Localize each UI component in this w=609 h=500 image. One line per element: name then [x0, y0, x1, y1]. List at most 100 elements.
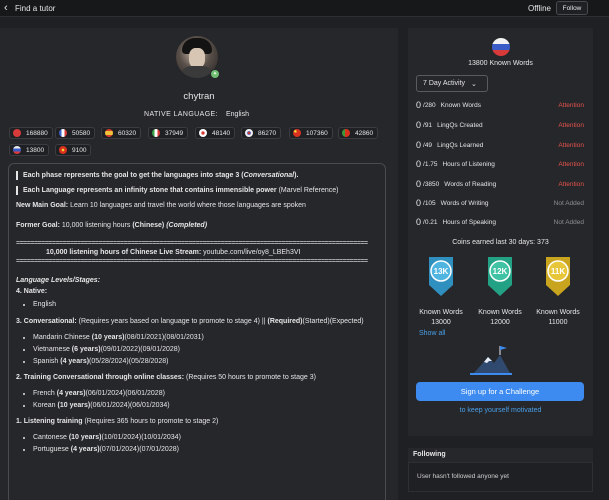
- bio-text: Each Language represents an infinity sto…: [23, 187, 277, 194]
- bio-paragraph: 2. Training Conversational through onlin…: [16, 373, 376, 382]
- chip-value: 42860: [355, 129, 374, 137]
- divider-rule: ========================================…: [16, 240, 368, 247]
- bio-quote: Each Language represents an infinity sto…: [16, 186, 376, 195]
- svg-text:13K: 13K: [434, 267, 449, 276]
- bio-text: Language Levels/Stages:: [16, 277, 101, 284]
- list-item: Spanish (4 years)(05/28/2024)(05/28/2028…: [33, 357, 376, 366]
- list-item: Cantonese (10 years)(10/01/2024)(10/01/2…: [33, 433, 376, 442]
- language-chip-russian[interactable]: 13800: [9, 144, 50, 156]
- bio-text: (Completed): [166, 222, 208, 229]
- badge-known-words: Known Words 11000: [536, 309, 580, 326]
- bio-text: 3. Conversational:: [16, 318, 77, 325]
- chip-value: 9100: [72, 146, 87, 154]
- chip-value: 86270: [258, 129, 277, 137]
- pt-flag-icon: [342, 129, 350, 137]
- bio-text: (Chinese): [132, 222, 165, 229]
- bio-text: (Required): [267, 318, 303, 325]
- chip-value: 107360: [306, 129, 328, 137]
- challenge-mountain-flag-icon: [470, 346, 512, 375]
- bio-paragraph: 3. Conversational: (Requires years based…: [16, 317, 376, 326]
- cn-flag-icon: [293, 129, 301, 137]
- status-badge: Attention: [558, 180, 584, 188]
- language-chip-vietnamese[interactable]: 9100: [55, 144, 92, 156]
- stream-link[interactable]: youtube.com/live/oy8_LBEh3VI: [201, 249, 300, 256]
- chip-value: 37949: [165, 129, 184, 137]
- back-arrow-icon[interactable]: ‹: [4, 3, 8, 14]
- badge-known-words: Known Words 12000: [478, 309, 522, 326]
- bio-text: 10,000 listening hours: [59, 222, 133, 229]
- bio-text: (Started)(Expected): [302, 318, 364, 325]
- bio-text: Conversational: [243, 172, 295, 179]
- badge-12k-icon: 12K: [488, 257, 512, 296]
- bio-paragraph: 1. Listening training (Requires 365 hour…: [16, 417, 376, 426]
- language-chip-korean[interactable]: 86270: [241, 127, 282, 139]
- native-list: English: [33, 300, 376, 309]
- vn-flag-icon: [59, 146, 67, 154]
- status-badge: Attention: [558, 121, 584, 129]
- motivated-link[interactable]: to keep yourself motivated: [408, 407, 593, 414]
- bio-text: Former Goal:: [16, 222, 60, 229]
- badge-11k-icon: 11K: [546, 257, 570, 296]
- username: chytran: [183, 91, 215, 102]
- chip-value: 60320: [118, 129, 137, 137]
- following-heading: Following: [408, 448, 593, 462]
- bio-paragraph: Former Goal: 10,000 listening hours (Chi…: [16, 221, 376, 230]
- svg-text:11K: 11K: [551, 267, 565, 276]
- bio-text: 4. Native:: [16, 288, 48, 295]
- bio-quote: Each phase represents the goal to get th…: [16, 171, 376, 180]
- online-status: Offline: [528, 4, 551, 13]
- bio-text: (Requires 50 hours to promote to stage 3…: [184, 374, 316, 381]
- training-list: French (4 years)(06/01/2024)(06/01/2028)…: [33, 389, 376, 410]
- conversational-list: Mandarin Chinese (10 years)(08/01/2021)(…: [33, 333, 376, 366]
- status-badge: Attention: [558, 160, 584, 168]
- status-badge: Attention: [558, 141, 584, 149]
- list-item: Mandarin Chinese (10 years)(08/01/2021)(…: [33, 333, 376, 342]
- language-chip-spanish[interactable]: 60320: [101, 127, 142, 139]
- status-badge: Attention: [558, 101, 584, 109]
- language-chip-french[interactable]: 50580: [55, 127, 96, 139]
- bio-paragraph: New Main Goal: Learn 10 languages and tr…: [16, 201, 376, 210]
- tutor-badge-icon: ✦: [210, 69, 220, 79]
- follow-button[interactable]: Follow: [556, 1, 588, 15]
- bio-paragraph: 4. Native:: [16, 287, 376, 296]
- language-chip-portuguese[interactable]: 42860: [338, 127, 379, 139]
- stat-row-lingqs-learned: 0/49 LingQs Learned Attention: [416, 140, 584, 150]
- bio-text: 10,000 listening hours of Chinese Live S…: [46, 249, 202, 256]
- stat-row-lingqs-created: 0/91 LingQs Created Attention: [416, 120, 584, 130]
- stat-row-known-words: 0/280 Known Words Attention: [416, 100, 584, 110]
- native-language-label: NATIVE LANGUAGE:: [144, 111, 218, 118]
- language-chip-italian[interactable]: 37949: [148, 127, 189, 139]
- show-all-link[interactable]: Show all: [419, 330, 445, 337]
- chip-value: 48140: [212, 129, 231, 137]
- stat-row-hours-speaking: 0/0.21 Hours of Speaking Not Added: [416, 217, 584, 227]
- language-chip-japanese[interactable]: 48140: [195, 127, 236, 139]
- activity-period-select[interactable]: 7 Day Activity ⌄: [416, 75, 488, 92]
- stat-row-words-reading: 0/3850 Words of Reading Attention: [416, 179, 584, 189]
- svg-text:12K: 12K: [493, 267, 508, 276]
- hk-flag-icon: [13, 129, 21, 137]
- chip-value: 168880: [26, 129, 48, 137]
- bio-text: 1. Listening training: [16, 418, 83, 425]
- es-flag-icon: [105, 129, 113, 137]
- challenge-signup-button[interactable]: Sign up for a Challenge: [416, 382, 584, 401]
- bio-paragraph: 10,000 listening hours of Chinese Live S…: [16, 248, 376, 257]
- bio-text: New Main Goal:: [16, 202, 69, 209]
- list-item: Portuguese (4 years)(07/01/2024)(07/01/2…: [33, 445, 376, 454]
- bio-text: (Marvel Reference): [276, 187, 339, 194]
- it-flag-icon: [152, 129, 160, 137]
- chip-value: 50580: [72, 129, 91, 137]
- bio-text: Each phase represents the goal to get th…: [23, 172, 244, 179]
- language-chip-cantonese[interactable]: 168880: [9, 127, 53, 139]
- status-badge: Not Added: [553, 218, 584, 226]
- known-words-total: 13800 Known Words: [468, 60, 533, 67]
- coins-earned: Coins earned last 30 days: 373: [452, 239, 549, 246]
- badge-known-words: Known Words 13000: [419, 309, 463, 326]
- badge-13k-icon: 13K: [429, 257, 453, 296]
- bio-text: (Requires 365 hours to promote to stage …: [82, 418, 219, 425]
- list-item: French (4 years)(06/01/2024)(06/01/2028): [33, 389, 376, 398]
- list-item: Vietnamese (6 years)(09/01/2022)(09/01/2…: [33, 345, 376, 354]
- divider-rule: ========================================…: [16, 258, 368, 265]
- listening-list: Cantonese (10 years)(10/01/2024)(10/01/2…: [33, 433, 376, 454]
- language-chip-chinese[interactable]: 107360: [289, 127, 333, 139]
- status-badge: Not Added: [553, 199, 584, 207]
